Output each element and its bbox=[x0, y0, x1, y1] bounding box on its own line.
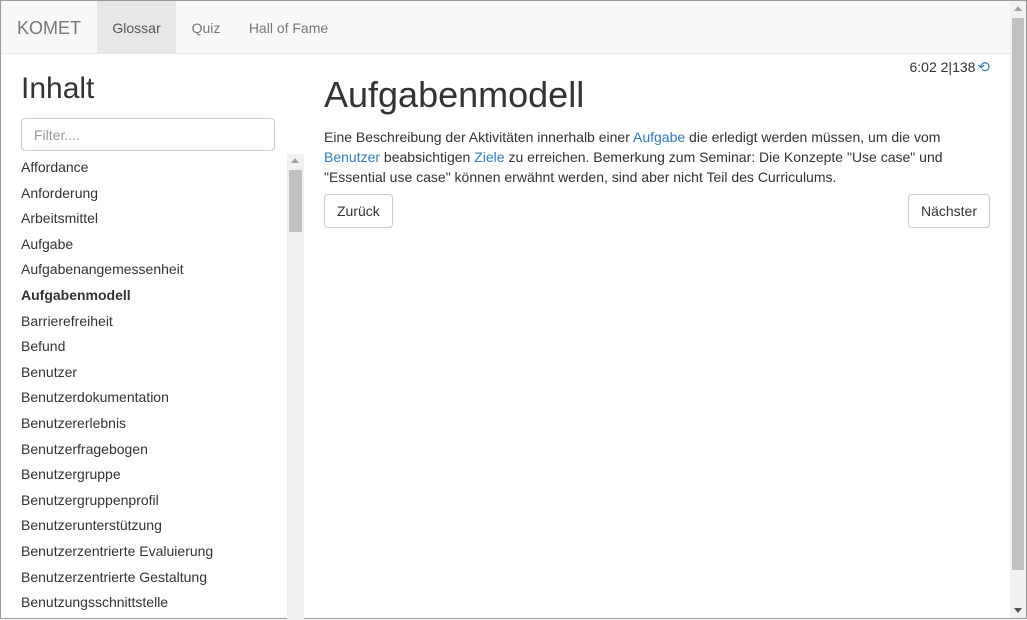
window-scrollbar[interactable] bbox=[1010, 1, 1026, 618]
nav-glossar[interactable]: Glossar bbox=[97, 1, 176, 53]
glossary-item[interactable]: Benutzungsschnittstelle bbox=[21, 589, 213, 615]
glossary-list-container: Affordance Anforderung Arbeitsmittel Aufgab… bbox=[1, 154, 304, 620]
list-scrollbar[interactable] bbox=[287, 154, 304, 620]
description-text: die erledigt werden müssen, um die vom bbox=[685, 129, 941, 145]
sidebar-title: Inhalt bbox=[21, 72, 95, 105]
filter-input[interactable] bbox=[21, 118, 275, 151]
glossary-item[interactable]: Benutzerzentrierte Gestaltung bbox=[21, 564, 213, 590]
brand-logo[interactable]: KOMET bbox=[17, 1, 81, 53]
description: Eine Beschreibung der Aktivitäten innerh… bbox=[324, 127, 991, 187]
link-ziele[interactable]: Ziele bbox=[474, 149, 504, 165]
nav-hall-of-fame[interactable]: Hall of Fame bbox=[236, 1, 341, 53]
next-button[interactable]: Nächster bbox=[907, 194, 990, 228]
scroll-up-icon[interactable] bbox=[291, 158, 299, 163]
scroll-down-icon[interactable] bbox=[1014, 608, 1022, 613]
glossary-item[interactable]: Benutzergruppe bbox=[21, 461, 213, 487]
previous-button[interactable]: Zurück bbox=[324, 194, 393, 228]
glossary-item[interactable]: Benutzerdokumentation bbox=[21, 384, 213, 410]
scroll-up-icon[interactable] bbox=[1014, 6, 1022, 11]
link-benutzer[interactable]: Benutzer bbox=[324, 149, 380, 165]
nav-quiz[interactable]: Quiz bbox=[176, 1, 236, 53]
glossary-item[interactable]: Arbeitsmittel bbox=[21, 205, 213, 231]
glossary-item[interactable]: Benutzerzentrierte Evaluierung bbox=[21, 538, 213, 564]
top-navbar: KOMET Glossar Quiz Hall of Fame bbox=[1, 1, 1011, 54]
glossary-item[interactable]: Benutzergruppenprofil bbox=[21, 487, 213, 513]
main-content: Aufgabenmodell Eine Beschreibung der Akt… bbox=[324, 71, 991, 187]
description-text: beabsichtigen bbox=[380, 149, 475, 165]
page-title: Aufgabenmodell bbox=[324, 74, 585, 115]
description-text: Eine Beschreibung der Aktivitäten innerh… bbox=[324, 129, 633, 145]
glossary-item[interactable]: Benutzererlebnis bbox=[21, 410, 213, 436]
glossary-item[interactable]: Benutzer bbox=[21, 359, 213, 385]
glossary-item[interactable]: Barrierefreiheit bbox=[21, 308, 213, 334]
glossary-item[interactable]: Benutzerfragebogen bbox=[21, 436, 213, 462]
window-scrollbar-thumb[interactable] bbox=[1012, 18, 1024, 570]
glossary-item[interactable]: Affordance bbox=[21, 154, 213, 180]
glossary-item[interactable]: Befund bbox=[21, 333, 213, 359]
glossary-item[interactable]: Anforderung bbox=[21, 180, 213, 206]
list-scrollbar-thumb[interactable] bbox=[289, 170, 302, 232]
glossary-item[interactable]: Aufgabenmodell bbox=[21, 282, 213, 308]
glossary-item[interactable]: Aufgabenangemessenheit bbox=[21, 256, 213, 282]
glossary-item[interactable]: Aufgabe bbox=[21, 231, 213, 257]
glossary-list: Affordance Anforderung Arbeitsmittel Aufgab… bbox=[21, 154, 213, 615]
glossary-item[interactable]: Benutzerunterstützung bbox=[21, 512, 213, 538]
link-aufgabe[interactable]: Aufgabe bbox=[633, 129, 685, 145]
